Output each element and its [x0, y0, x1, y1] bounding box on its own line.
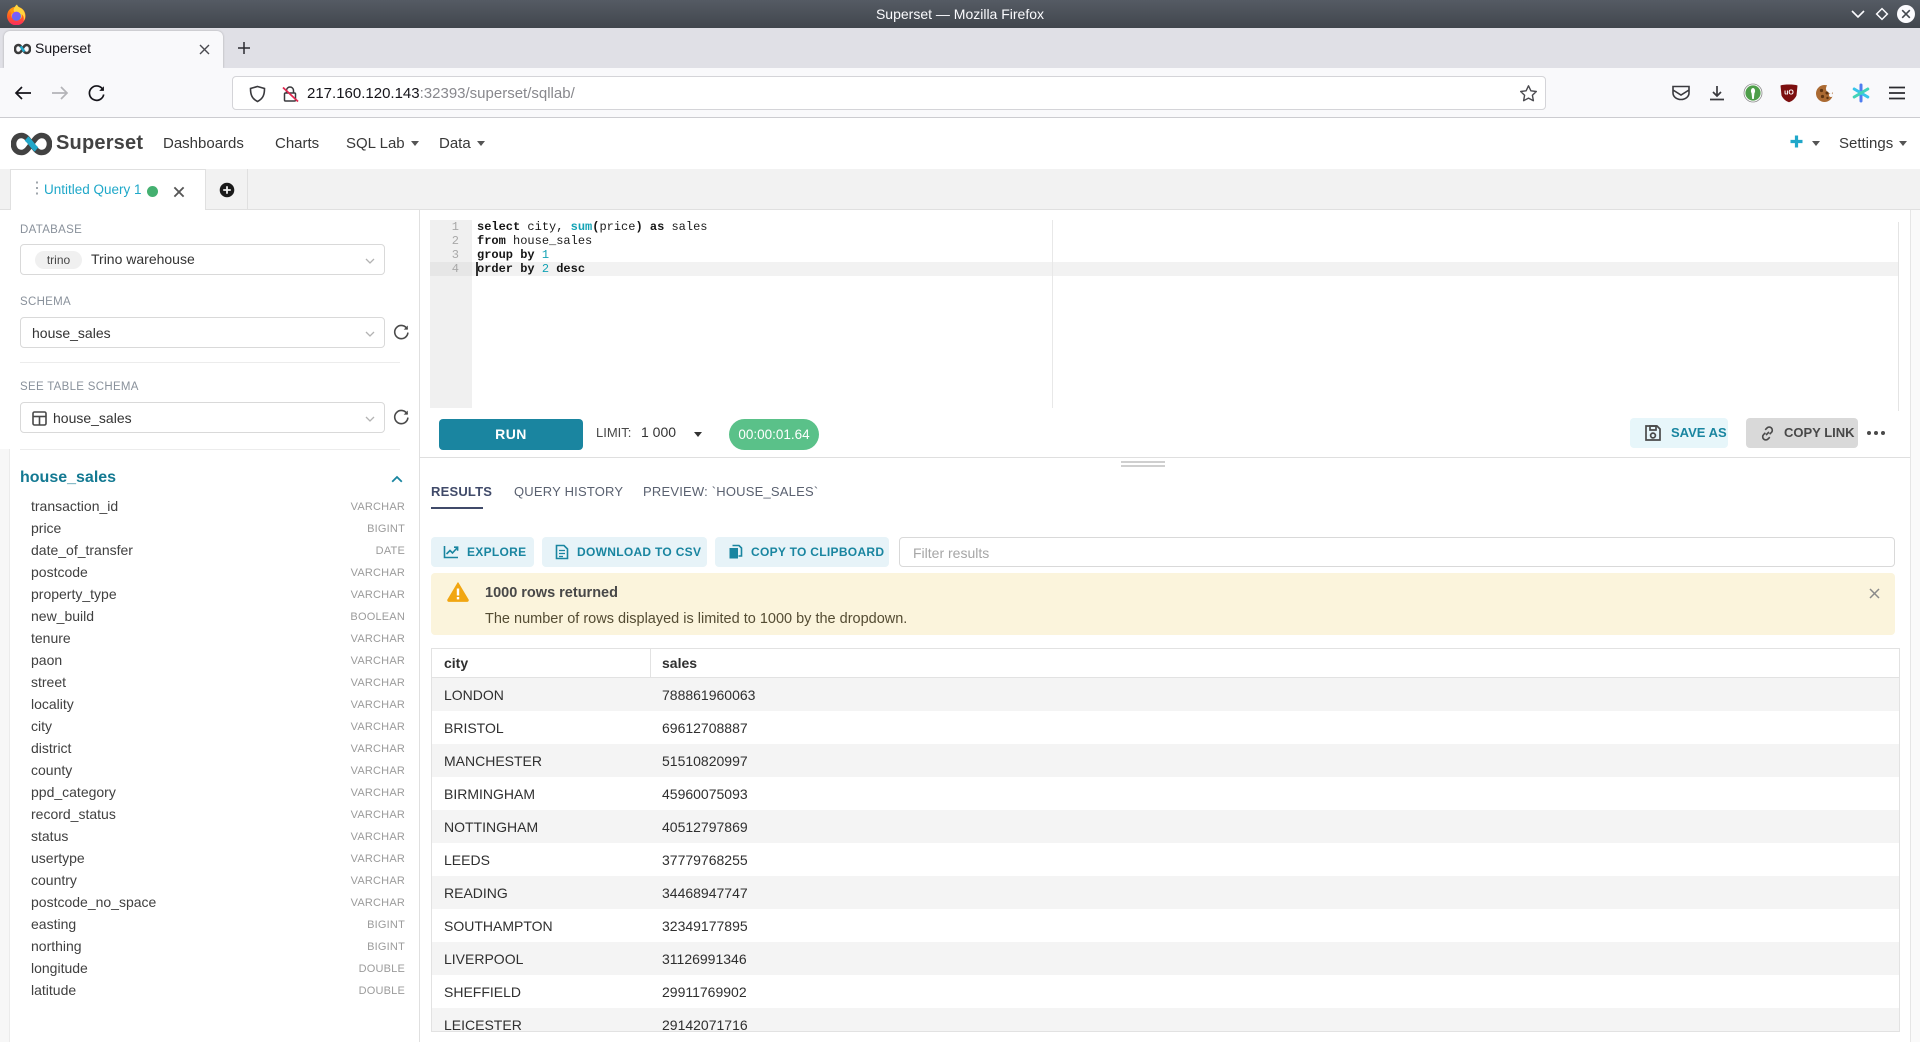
svg-text:uO: uO: [1784, 90, 1794, 97]
